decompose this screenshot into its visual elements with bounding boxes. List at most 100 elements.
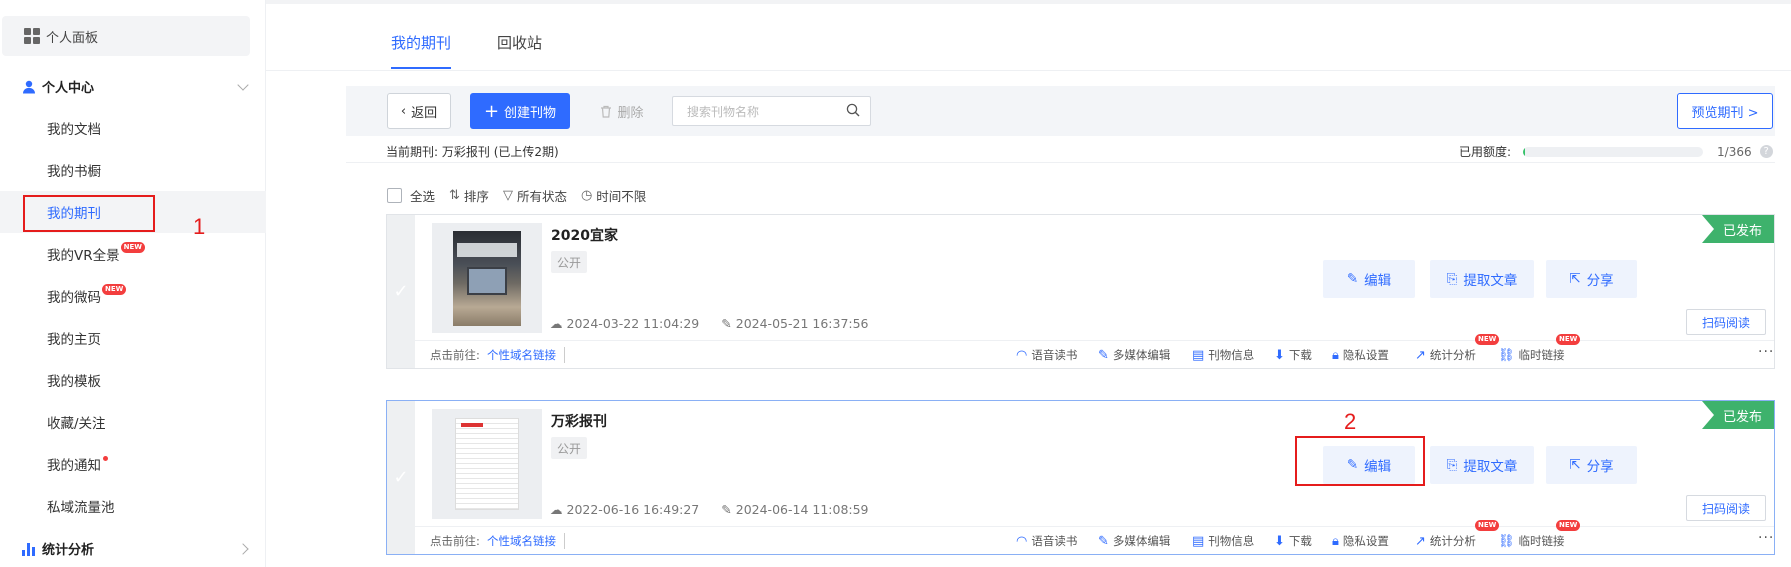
lock-icon: 🔒︎ <box>1332 533 1339 549</box>
extract-articles-button[interactable]: ⎘ 提取文章 <box>1430 260 1534 298</box>
journal-card[interactable]: ✓ 2020宜家 公开 ☁ 2024-03-22 11:04:29 ✎ 2024-0… <box>386 214 1775 369</box>
sidebar-item-my-microcode[interactable]: 我的微码 NEW <box>0 275 266 317</box>
sidebar-item-my-homepage[interactable]: 我的主页 <box>0 317 266 359</box>
share-button[interactable]: ⇱ 分享 <box>1546 260 1637 298</box>
voice-label: 语音读书 <box>1031 348 1078 362</box>
statistics-action[interactable]: ↗ 统计分析 NEW <box>1415 520 1500 549</box>
document-extract-icon: ⎘ <box>1446 457 1458 473</box>
sidebar-item-notifications[interactable]: 我的通知 <box>0 443 266 485</box>
tab-bar: 我的期刊 回收站 <box>391 32 542 69</box>
chevron-left-icon: ‹ <box>400 103 407 119</box>
top-divider <box>0 0 1791 4</box>
info-doc-icon: ▤ <box>1192 347 1205 363</box>
delete-button[interactable]: 删除 <box>592 93 652 129</box>
sidebar: 个人面板 个人中心 我的文档 我的书橱 我的期刊 我的VR全景 NEW 我的微码 N… <box>0 0 266 567</box>
share-button[interactable]: ⇱ 分享 <box>1546 446 1637 484</box>
select-all-checkbox[interactable]: 全选 <box>387 186 435 205</box>
voice-reading-action[interactable]: ◠ 语音读书 <box>1016 533 1077 549</box>
lock-icon: 🔒︎ <box>1332 347 1339 363</box>
scan-to-read-button[interactable]: 扫码阅读 <box>1686 309 1766 335</box>
more-options-icon[interactable]: ··· <box>1758 344 1774 360</box>
journal-card[interactable]: ✓ 万彩报刊 公开 ☁ 2022-06-16 16:49:27 ✎ 2024-06-… <box>386 400 1775 555</box>
sidebar-item-my-templates[interactable]: 我的模板 <box>0 359 266 401</box>
edit-small-icon: ✎ <box>721 502 732 517</box>
help-icon[interactable]: ? <box>1759 145 1773 158</box>
download-action[interactable]: ⬇ 下载 <box>1274 533 1312 549</box>
new-badge: NEW <box>120 241 145 253</box>
journal-info-action[interactable]: ▤ 刊物信息 <box>1192 533 1254 549</box>
trash-icon <box>601 105 612 118</box>
sidebar-item-label: 我的文档 <box>47 122 101 138</box>
download-label: 下载 <box>1288 348 1312 362</box>
journal-title: 万彩报刊 <box>551 414 607 430</box>
extract-articles-button[interactable]: ⎘ 提取文章 <box>1430 446 1534 484</box>
sidebar-personal-panel[interactable]: 个人面板 <box>2 16 250 56</box>
new-badge: NEW <box>1475 334 1500 345</box>
chevron-down-icon[interactable] <box>237 79 249 91</box>
card-select-handle[interactable]: ✓ <box>387 401 415 554</box>
tab-recycle-bin[interactable]: 回收站 <box>497 32 542 69</box>
sidebar-item-private-traffic[interactable]: 私域流量池 <box>0 485 266 527</box>
back-button[interactable]: ‹ 返回 <box>387 93 451 129</box>
scan-to-read-button[interactable]: 扫码阅读 <box>1686 495 1766 521</box>
sidebar-item-my-documents[interactable]: 我的文档 <box>0 107 266 149</box>
delete-label: 删除 <box>617 105 644 121</box>
sidebar-group-statistics[interactable]: 统计分析 <box>22 539 94 558</box>
custom-domain-link[interactable]: 个性域名链接 <box>487 532 565 549</box>
temp-link-label: 临时链接 <box>1518 348 1565 362</box>
privacy-settings-action[interactable]: 🔒︎ 隐私设置 <box>1332 347 1389 363</box>
sort-filter[interactable]: ⇅ 排序 <box>449 186 489 205</box>
edit-button[interactable]: ✎ 编辑 <box>1323 260 1415 298</box>
filter-bar: 全选 ⇅ 排序 ▽ 所有状态 ◷ 时间不限 <box>387 186 646 205</box>
quota-count: 1/366 <box>1717 144 1752 159</box>
temporary-link-action[interactable]: ⛓ 临时链接 NEW <box>1498 334 1581 363</box>
multimedia-edit-action[interactable]: ✎ 多媒体编辑 <box>1098 347 1170 363</box>
headphones-icon: ◠ <box>1016 533 1028 549</box>
preview-journal-button[interactable]: 预览期刊 > <box>1677 93 1773 129</box>
more-options-icon[interactable]: ··· <box>1758 530 1774 546</box>
person-icon <box>23 80 35 93</box>
new-badge: NEW <box>1556 334 1581 345</box>
sidebar-item-my-bookshelf[interactable]: 我的书橱 <box>0 149 266 191</box>
info-label: 刊物信息 <box>1208 534 1255 548</box>
new-badge: NEW <box>1556 520 1581 531</box>
journal-info-action[interactable]: ▤ 刊物信息 <box>1192 347 1254 363</box>
visibility-tag: 公开 <box>551 251 588 273</box>
sidebar-group-personal-center[interactable]: 个人中心 <box>22 77 94 96</box>
journal-cover[interactable] <box>432 223 542 333</box>
check-icon: ✓ <box>393 467 409 488</box>
ikea-cover-image <box>453 230 521 326</box>
download-action[interactable]: ⬇ 下载 <box>1274 347 1312 363</box>
card-select-handle[interactable]: ✓ <box>387 215 415 368</box>
upload-cloud-icon: ☁ <box>550 502 563 517</box>
search-icon[interactable] <box>846 103 860 117</box>
link-icon: ⛓ <box>1498 347 1515 363</box>
voice-reading-action[interactable]: ◠ 语音读书 <box>1016 347 1077 363</box>
created-value: 2024-03-22 11:04:29 <box>566 316 700 331</box>
sort-icon: ⇅ <box>449 188 460 203</box>
card-footer: 点击前往: 个性域名链接 ◠ 语音读书 ✎ 多媒体编辑 ▤ 刊物信息 ⬇ 下载 🔒︎ 隐私… <box>415 520 1774 554</box>
sidebar-item-label: 收藏/关注 <box>47 416 106 432</box>
bar-chart-icon <box>22 542 35 556</box>
sidebar-item-label: 我的VR全景 <box>47 248 120 264</box>
multimedia-edit-action[interactable]: ✎ 多媒体编辑 <box>1098 533 1170 549</box>
tab-divider <box>266 70 1791 71</box>
status-filter[interactable]: ▽ 所有状态 <box>503 186 567 205</box>
sidebar-item-label: 我的微码 <box>47 290 101 306</box>
journal-cover[interactable] <box>432 409 542 519</box>
search-input[interactable]: 搜索刊物名称 <box>672 96 871 126</box>
sidebar-item-label: 我的主页 <box>47 332 101 348</box>
custom-domain-link[interactable]: 个性域名链接 <box>487 346 565 363</box>
create-journal-button[interactable]: + 创建刊物 <box>470 93 570 129</box>
chevron-right-icon[interactable] <box>237 543 249 555</box>
sidebar-item-my-vr[interactable]: 我的VR全景 NEW <box>0 233 266 275</box>
status-label: 所有状态 <box>516 189 567 204</box>
current-journal-name: 万彩报刊 <box>441 145 490 159</box>
statistics-action[interactable]: ↗ 统计分析 NEW <box>1415 334 1500 363</box>
temporary-link-action[interactable]: ⛓ 临时链接 NEW <box>1498 520 1581 549</box>
privacy-settings-action[interactable]: 🔒︎ 隐私设置 <box>1332 533 1389 549</box>
time-filter[interactable]: ◷ 时间不限 <box>581 186 646 205</box>
unread-dot <box>103 455 108 461</box>
tab-my-journals[interactable]: 我的期刊 <box>391 32 452 69</box>
sidebar-item-favorites[interactable]: 收藏/关注 <box>0 401 266 443</box>
